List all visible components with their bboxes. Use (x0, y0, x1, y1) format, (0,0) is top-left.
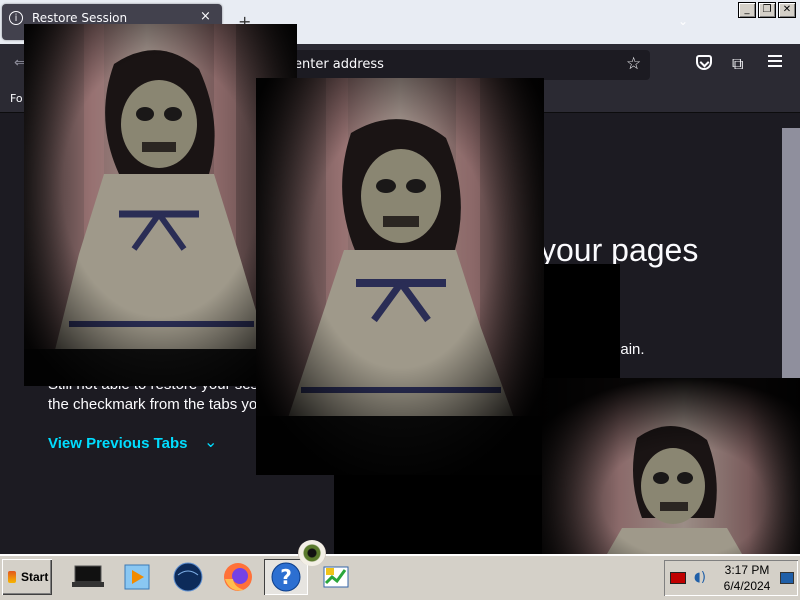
url-placeholder[interactable]: enter address (294, 57, 384, 72)
network-icon[interactable] (780, 572, 794, 584)
tab-title: Restore Session (32, 11, 128, 25)
page-body-text: the checkmark from the tabs yo (48, 396, 258, 413)
start-button[interactable]: Start (2, 559, 52, 595)
window-controls: _ ❐ ✕ (738, 2, 796, 18)
clock-time[interactable]: 3:17 PM (716, 563, 778, 577)
windows-logo-icon (8, 571, 16, 583)
doll-photo (256, 78, 544, 475)
laptop-icon[interactable] (66, 559, 110, 595)
minimize-button[interactable]: _ (738, 2, 756, 18)
chart-icon[interactable] (314, 559, 358, 595)
media-player-icon[interactable] (116, 559, 160, 595)
restore-button[interactable]: ❐ (758, 2, 776, 18)
list-all-tabs-icon[interactable]: ⌄ (678, 14, 688, 28)
help-icon[interactable]: ? (264, 559, 308, 595)
clock-date[interactable]: 6/4/2024 (716, 579, 778, 593)
start-label: Start (21, 570, 49, 584)
scrollbar[interactable] (782, 128, 800, 380)
puzzle-icon[interactable]: ⧉ (732, 54, 743, 74)
doll-photo (542, 378, 800, 554)
tray-monitor-icon[interactable] (670, 572, 686, 584)
info-icon: i (9, 11, 23, 25)
svg-text:?: ? (280, 565, 292, 589)
close-button[interactable]: ✕ (778, 2, 796, 18)
firefox-icon[interactable] (216, 559, 260, 595)
view-previous-tabs-button[interactable]: View Previous Tabs (48, 435, 188, 452)
eyeball-icon (298, 540, 326, 566)
tab-close-icon[interactable]: × (200, 9, 211, 24)
chevron-down-icon[interactable]: ⌄ (204, 432, 217, 451)
star-icon[interactable]: ☆ (626, 54, 641, 74)
hamburger-menu-icon[interactable] (768, 54, 784, 68)
globe-icon[interactable] (166, 559, 210, 595)
bookmarks-item-fragment[interactable]: Fo (10, 92, 23, 105)
speaker-icon[interactable]: ◖) (694, 570, 706, 585)
